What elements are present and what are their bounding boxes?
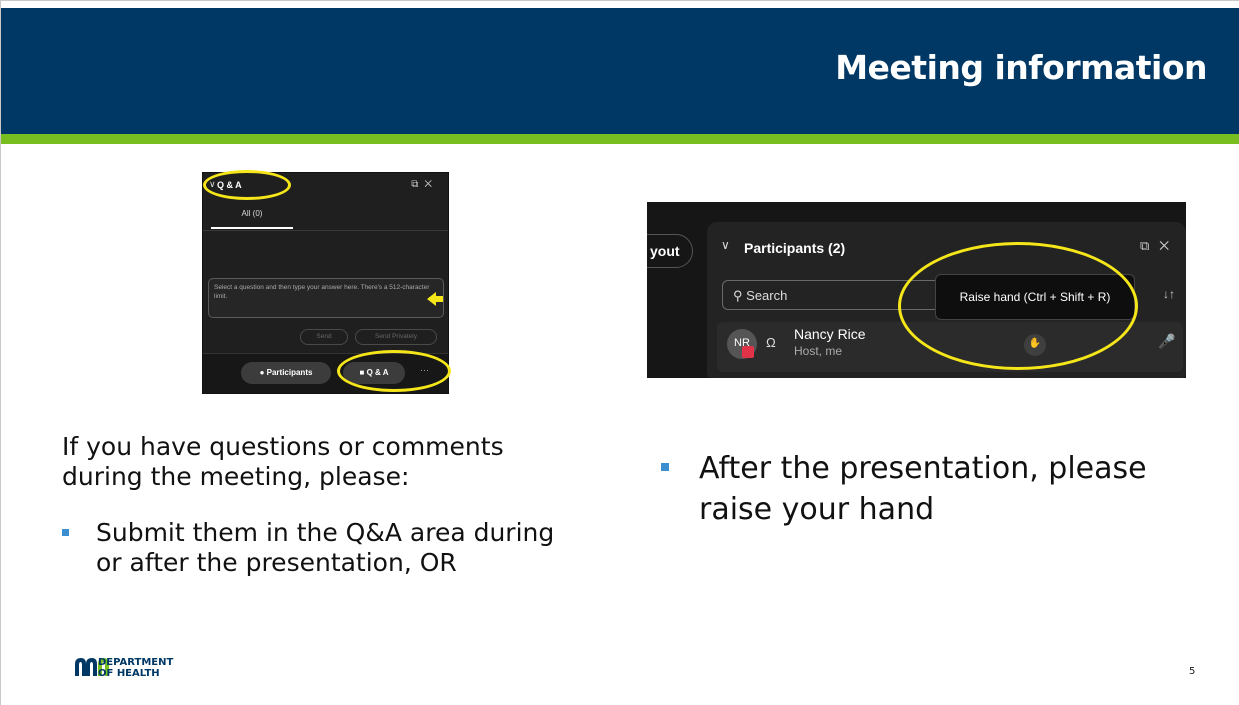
raise-hand-icon[interactable]: ✋: [1024, 334, 1046, 356]
raise-hand-tooltip: Raise hand (Ctrl + Shift + R): [935, 274, 1135, 320]
logo-line-2: OF HEALTH: [98, 668, 160, 679]
send-button[interactable]: Send: [300, 329, 348, 345]
right-text-block: After the presentation, please raise you…: [661, 448, 1181, 530]
status-badge: [742, 346, 754, 358]
qa-titlebar: ∨ Q & A ⧉✕: [203, 173, 448, 201]
department-logo: DEPARTMENT OF HEALTH: [62, 655, 222, 681]
qa-button[interactable]: ■ Q & A: [343, 362, 405, 384]
headset-icon: Ω: [766, 335, 776, 350]
left-text-block: If you have questions or comments during…: [62, 432, 582, 578]
microphone-icon[interactable]: 🎤: [1158, 333, 1175, 350]
slide: Meeting information ∨ Q & A ⧉✕ All (0) S…: [0, 0, 1239, 705]
bullet-text: After the presentation, please raise you…: [699, 451, 1147, 527]
qa-button-label: Q & A: [366, 368, 389, 377]
chevron-down-icon[interactable]: ∨: [721, 238, 730, 252]
qa-panel-title: Q & A: [217, 180, 242, 190]
page-number: 5: [1189, 666, 1196, 677]
bullet-item-raise-hand: After the presentation, please raise you…: [661, 448, 1181, 530]
tab-divider: [203, 230, 448, 231]
bullet-item-qa: Submit them in the Q&A area during or af…: [62, 518, 582, 578]
participants-title: Participants (2): [744, 240, 846, 256]
participants-button-label: Participants: [266, 368, 313, 377]
participants-button[interactable]: ● Participants: [241, 362, 331, 384]
layout-button[interactable]: yout: [647, 234, 693, 268]
sort-icon[interactable]: ↓↑: [1163, 287, 1175, 301]
header-accent-stripe: [0, 134, 1239, 144]
logo-line-1: DEPARTMENT: [98, 657, 174, 668]
arrow-tail: [435, 296, 443, 302]
send-privately-button[interactable]: Send Privately: [355, 329, 437, 345]
chevron-down-icon: ∨: [209, 179, 216, 189]
logo-text: DEPARTMENT OF HEALTH: [98, 657, 173, 679]
participant-row[interactable]: [717, 322, 1183, 372]
tab-all[interactable]: All (0): [211, 203, 293, 229]
popout-close-icons[interactable]: ⧉✕: [1140, 238, 1179, 254]
qa-icon: ■: [359, 368, 365, 377]
bullet-text: Submit them in the Q&A area during or af…: [96, 518, 555, 577]
bullet-square-icon: [661, 463, 669, 471]
people-icon: ●: [259, 368, 265, 377]
participant-name: Nancy Rice: [794, 326, 866, 342]
more-options-icon[interactable]: ···: [420, 365, 429, 375]
participant-role: Host, me: [794, 344, 843, 358]
qa-answer-input[interactable]: Select a question and then type your ans…: [208, 278, 444, 318]
page-title: Meeting information: [835, 48, 1207, 87]
participants-panel-screenshot: yout ∨ Participants (2) ⧉✕ ⚲ Search ↓↑ N…: [647, 202, 1186, 378]
bullet-square-icon: [62, 529, 69, 536]
search-icon: ⚲: [733, 288, 743, 303]
intro-text: If you have questions or comments during…: [62, 432, 504, 491]
search-placeholder: Search: [746, 288, 788, 303]
qa-panel-screenshot: ∨ Q & A ⧉✕ All (0) Select a question and…: [202, 172, 449, 394]
popout-close-icons: ⧉✕: [411, 179, 438, 190]
